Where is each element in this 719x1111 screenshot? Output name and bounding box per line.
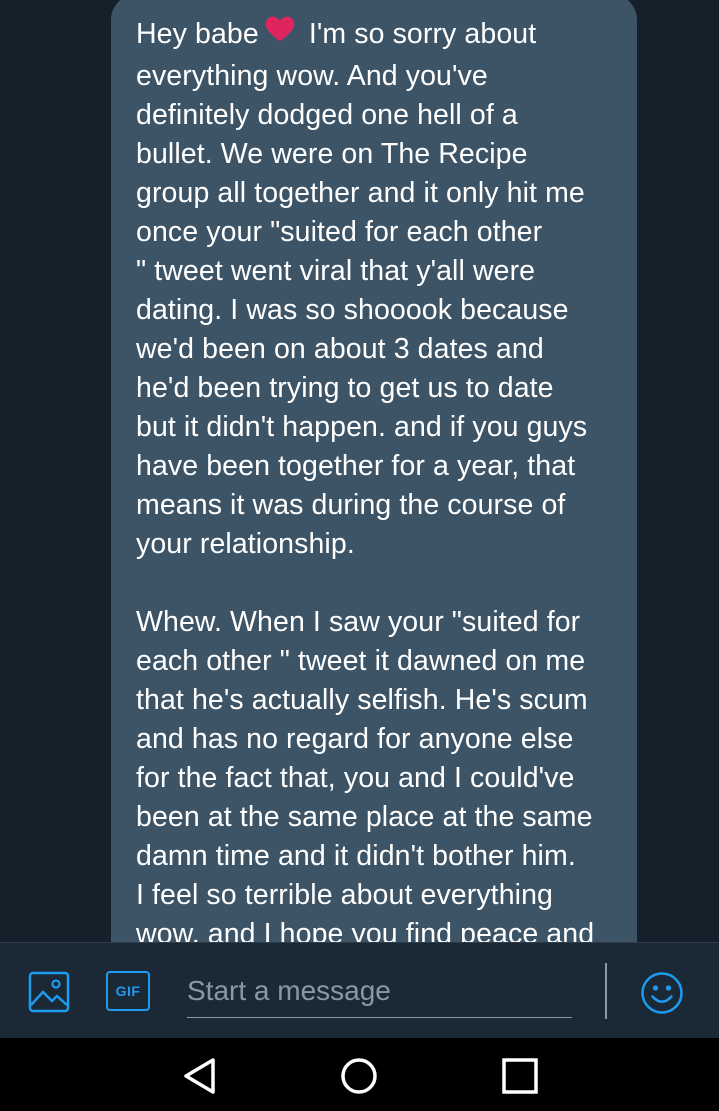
home-circle-icon[interactable] [339, 1056, 379, 1101]
recents-square-icon[interactable] [500, 1056, 540, 1101]
message-body: I'm so sorry about everything wow. And y… [136, 18, 595, 942]
message-composer: GIF [0, 942, 719, 1038]
gif-icon: GIF [106, 971, 150, 1011]
chat-area: Hey babe I'm so sorry about everything w… [0, 0, 719, 942]
heart-icon [265, 14, 295, 53]
media-icon[interactable] [28, 971, 70, 1013]
gif-button[interactable]: GIF [106, 971, 150, 1013]
message-bubble[interactable]: Hey babe I'm so sorry about everything w… [111, 0, 637, 942]
emoji-icon[interactable] [640, 971, 684, 1015]
message-greeting: Hey babe [136, 18, 259, 51]
message-input[interactable] [187, 965, 572, 1018]
android-navigation-bar [0, 1038, 719, 1111]
back-triangle-icon[interactable] [180, 1056, 220, 1101]
composer-divider [605, 963, 607, 1019]
